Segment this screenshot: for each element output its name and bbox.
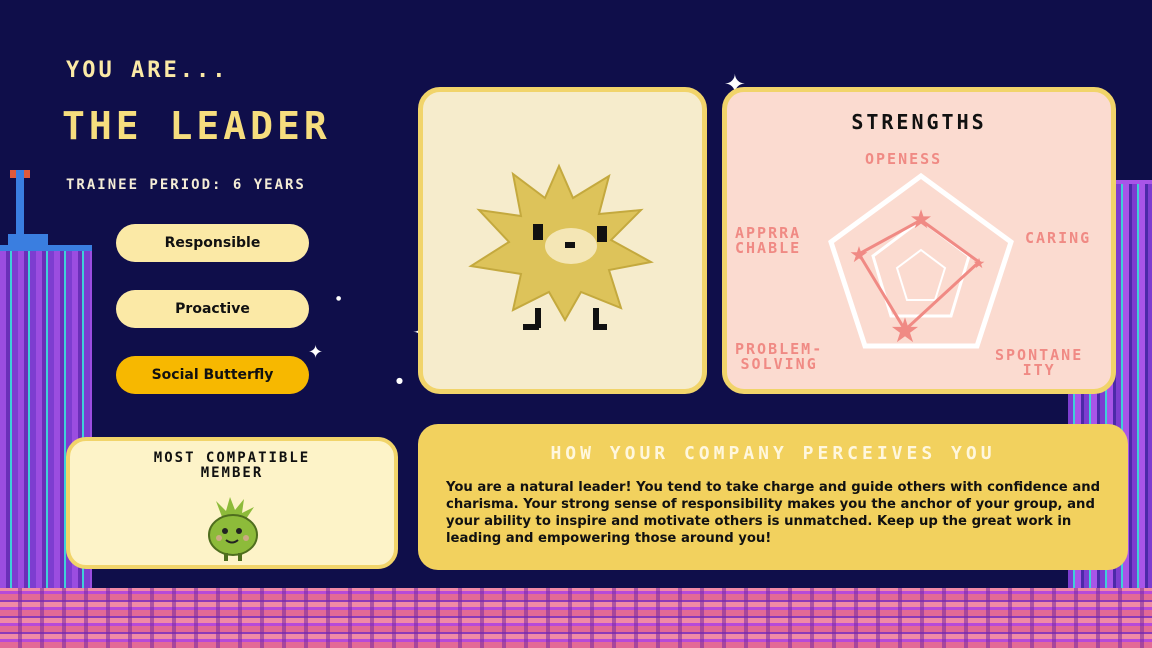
yellow-star-creature-icon [468, 163, 654, 330]
compatible-title-line1: MOST COMPATIBLE [153, 450, 311, 466]
strengths-title: STRENGTHS [851, 110, 987, 134]
axis-label-problem-solving: PROBLEM- SOLVING [735, 342, 823, 372]
trait-badge-highlighted: Social Butterfly [116, 356, 309, 394]
axis-label-line: CHABLE [735, 239, 802, 257]
character-card [418, 87, 707, 394]
compatible-title-line2: MEMBER [200, 465, 264, 481]
intro-text: YOU ARE... [66, 58, 229, 83]
perception-panel: HOW YOUR COMPANY PERCEIVES YOU You are a… [418, 424, 1128, 570]
svg-text:★: ★ [973, 256, 986, 272]
axis-label-caring: CARING [1025, 229, 1092, 247]
star-dot-icon: ● [396, 376, 403, 385]
compatible-title: MOST COMPATIBLE MEMBER [70, 451, 394, 481]
axis-label-openness: OPENESS [865, 150, 943, 168]
trainee-period: TRAINEE PERIOD: 6 YEARS [66, 177, 306, 193]
perception-title: HOW YOUR COMPANY PERCEIVES YOU [550, 443, 996, 464]
axis-label-approachable: APPRRA CHABLE [735, 226, 801, 256]
perception-body: You are a natural leader! You tend to ta… [446, 480, 1101, 546]
svg-text:★: ★ [909, 205, 932, 235]
svg-text:★: ★ [849, 243, 869, 268]
strengths-card: STRENGTHS OPENESS CARING APPRRA CHABLE P… [722, 87, 1116, 394]
result-title: THE LEADER [62, 104, 331, 148]
strengths-radar-chart: ★ ★ ★ ★ [828, 172, 1014, 351]
antenna [16, 170, 24, 236]
svg-text:★: ★ [890, 311, 920, 351]
brick-ground [0, 588, 1152, 648]
sparkle-icon: ✦ [308, 342, 324, 363]
trait-badge: Responsible [116, 224, 309, 262]
axis-label-line: SOLVING [740, 355, 818, 373]
compatible-member-card: MOST COMPATIBLE MEMBER [66, 437, 398, 569]
star-dot-icon: ● [336, 295, 342, 302]
trait-badge: Proactive [116, 290, 309, 328]
green-sprout-creature-icon [208, 497, 258, 561]
axis-label-line: ITY [1022, 361, 1056, 379]
